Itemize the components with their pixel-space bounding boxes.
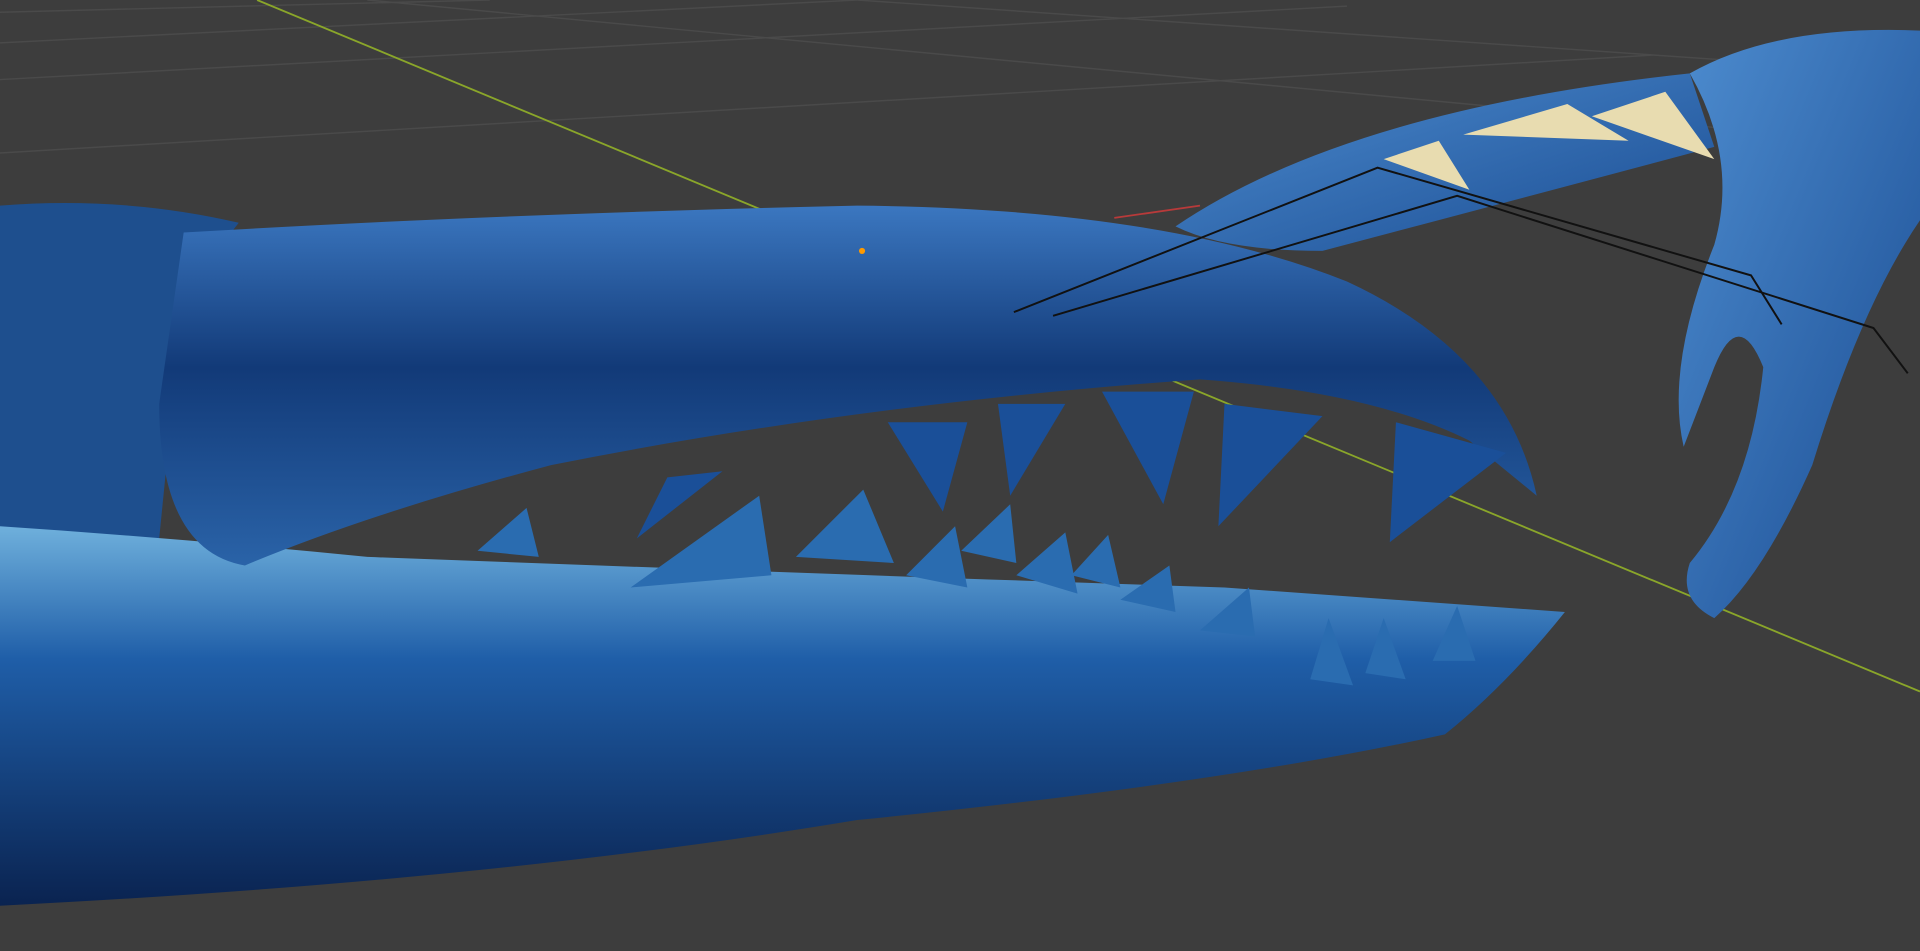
origin-point-icon[interactable] xyxy=(858,247,866,254)
3d-viewport[interactable] xyxy=(0,0,1920,951)
claw-body xyxy=(0,203,1565,906)
viewport-canvas[interactable] xyxy=(0,0,1920,951)
x-axis-line xyxy=(1114,204,1201,219)
